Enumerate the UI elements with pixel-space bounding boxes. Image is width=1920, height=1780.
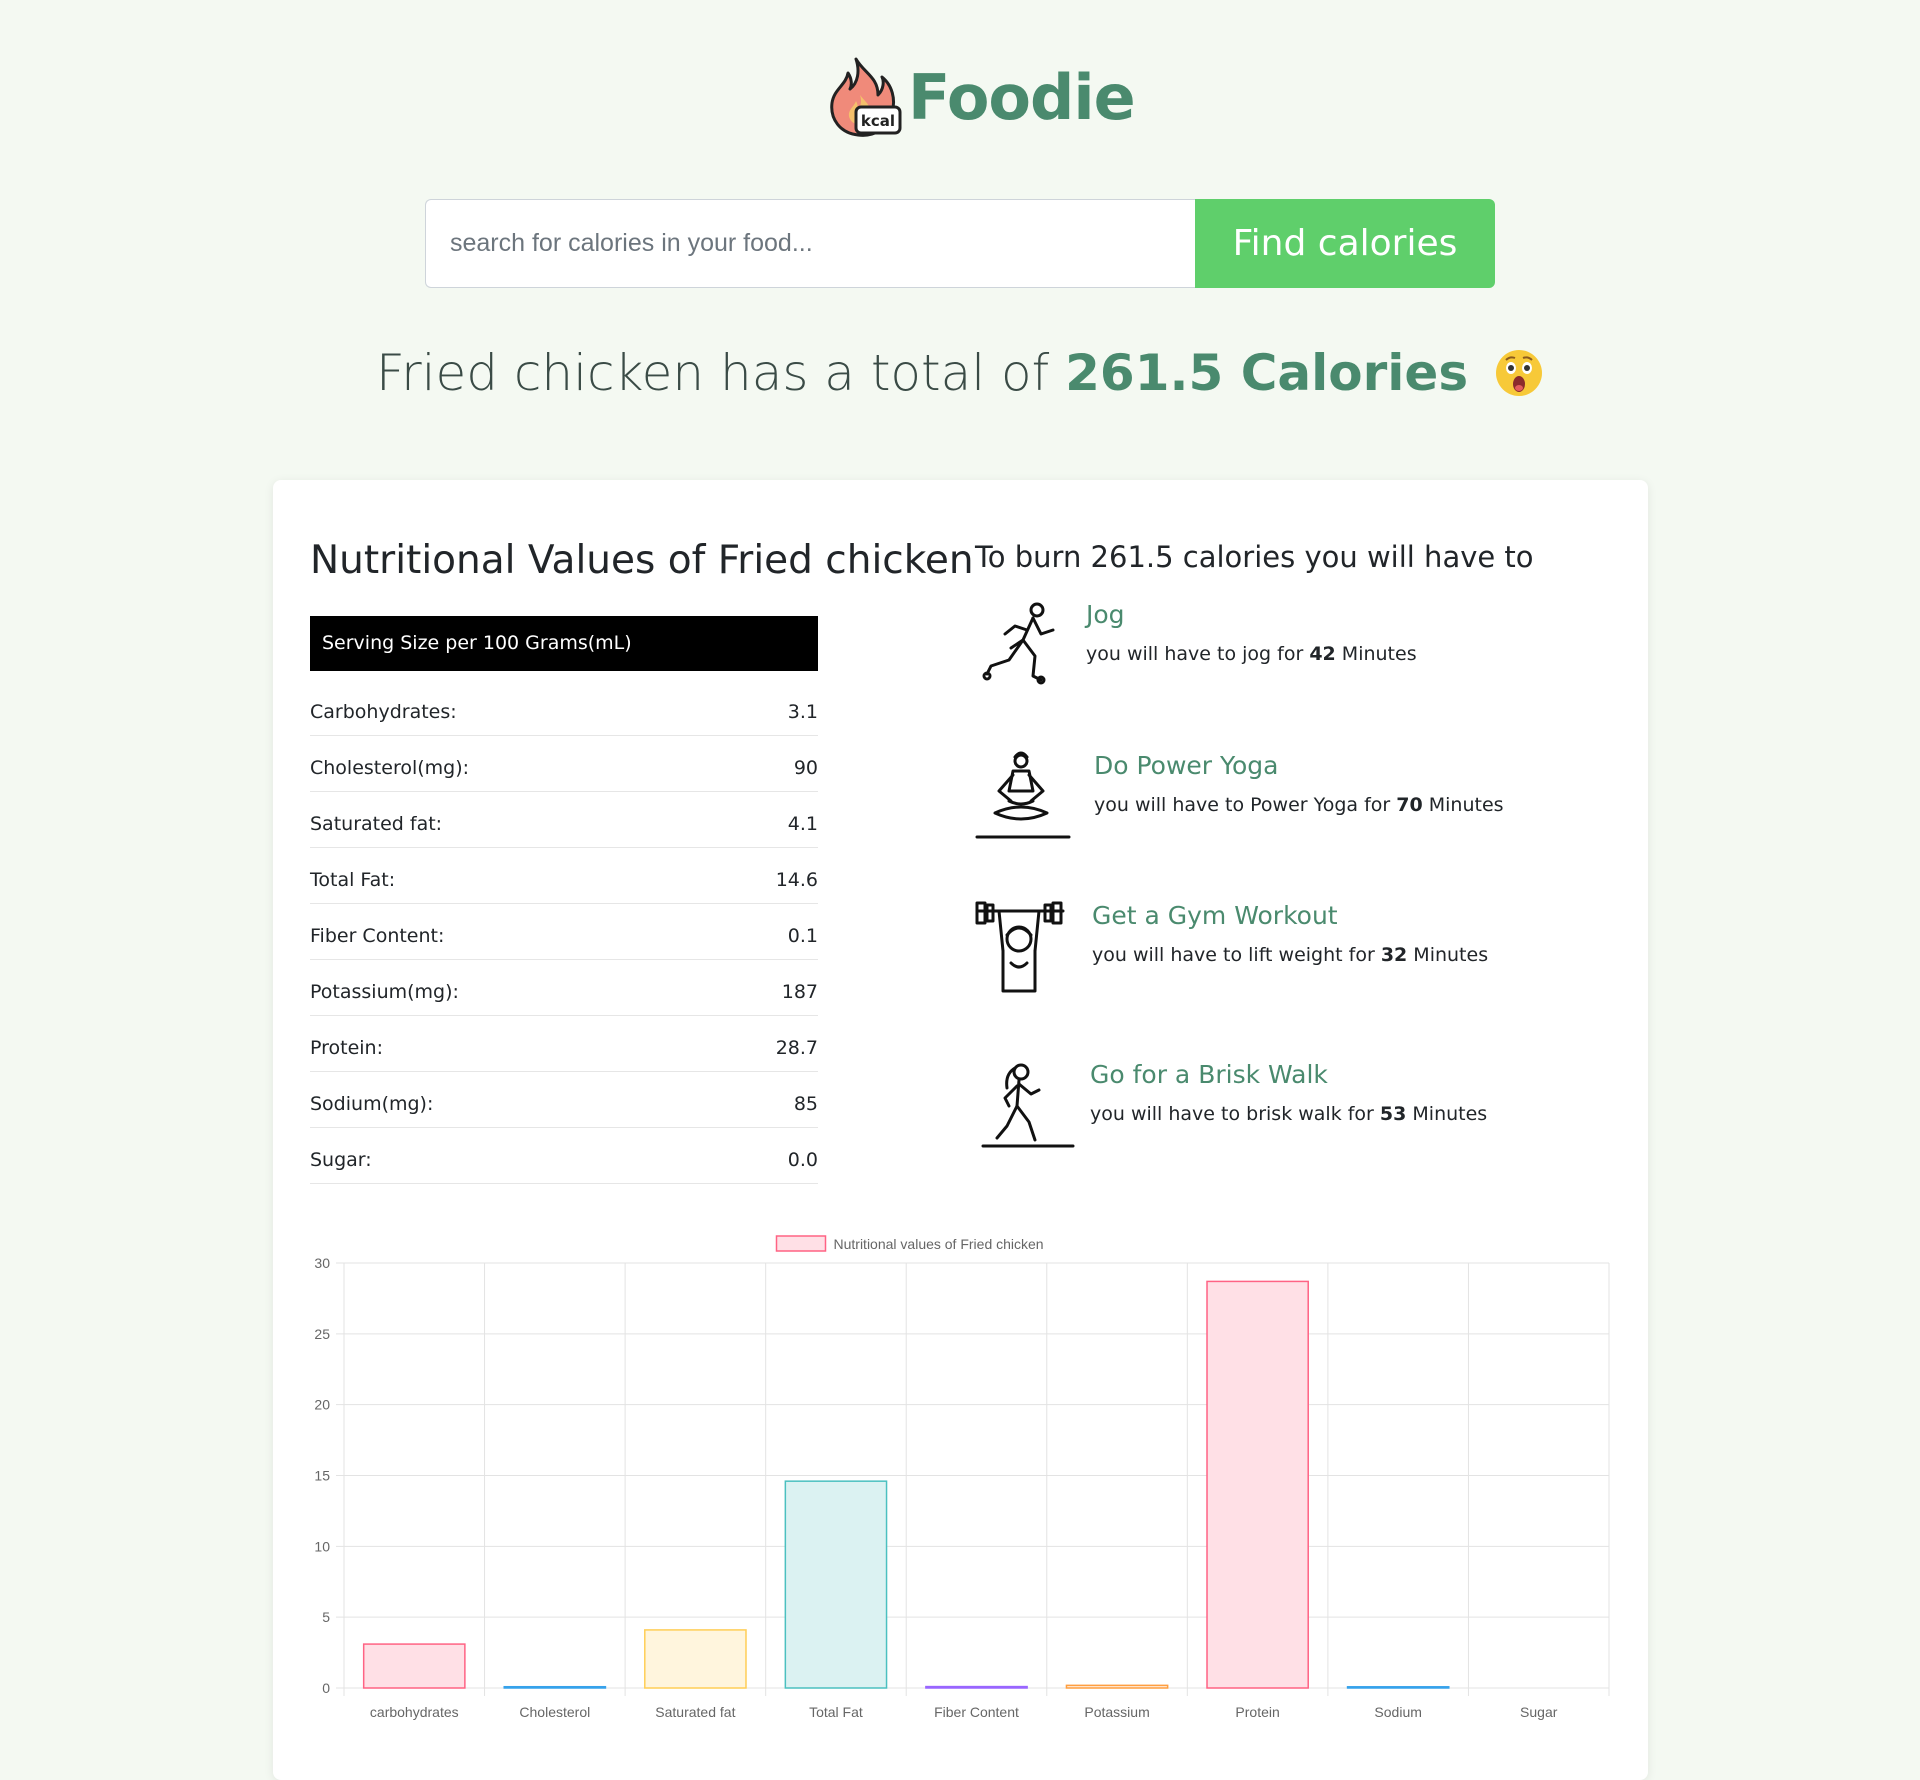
x-tick-label: carbohydrates — [370, 1704, 459, 1720]
x-tick-label: Cholesterol — [519, 1704, 590, 1720]
legend-label: Nutritional values of Fried chicken — [834, 1236, 1044, 1252]
y-tick-label: 10 — [314, 1538, 330, 1554]
x-tick-label: Total Fat — [809, 1704, 863, 1720]
x-tick-label: Sugar — [1520, 1704, 1558, 1720]
svg-text:kcal: kcal — [861, 112, 895, 130]
chart-bar — [1346, 1686, 1450, 1689]
legend-swatch — [775, 1235, 827, 1252]
y-tick-label: 30 — [314, 1255, 330, 1271]
x-tick-label: Saturated fat — [655, 1704, 735, 1720]
logo-text: Foodie — [908, 60, 1136, 134]
find-calories-button[interactable]: Find calories — [1195, 199, 1495, 288]
y-tick-label: 25 — [314, 1326, 330, 1342]
y-tick-label: 0 — [322, 1680, 330, 1696]
search-form: Find calories — [425, 199, 1495, 288]
chart-bar — [362, 1643, 466, 1689]
x-tick-label: Potassium — [1084, 1704, 1149, 1720]
y-tick-label: 5 — [322, 1609, 330, 1625]
chart-bar — [925, 1685, 1028, 1689]
y-tick-label: 15 — [314, 1468, 330, 1484]
calorie-headline: Fried chicken has a total of 261.5 Calor… — [0, 344, 1920, 402]
nutrition-bar-chart: 0 5 10 15 20 25 30 carbohydrates Cholesterol Satu… — [314, 1235, 1610, 1720]
logo[interactable]: kcal Foodie — [826, 52, 1136, 142]
chart-bar — [784, 1480, 888, 1689]
y-tick-label: 20 — [314, 1397, 330, 1413]
x-tick-label: Protein — [1235, 1704, 1279, 1720]
x-tick-label: Sodium — [1374, 1704, 1421, 1720]
calorie-total: 261.5 Calories — [1065, 344, 1469, 402]
chart-bar — [503, 1685, 607, 1689]
chart-bar — [644, 1629, 747, 1689]
search-input[interactable] — [425, 199, 1195, 288]
headline-prefix: Fried chicken has a total of — [375, 344, 1066, 402]
x-tick-label: Fiber Content — [934, 1704, 1019, 1720]
results-card: Nutritional Values of Fried chicken Serv… — [273, 480, 1648, 1780]
chart-bar — [1206, 1280, 1309, 1689]
chart-bar — [1065, 1684, 1169, 1689]
flame-kcal-icon: kcal — [826, 55, 904, 139]
astonished-face-icon — [1496, 350, 1543, 396]
